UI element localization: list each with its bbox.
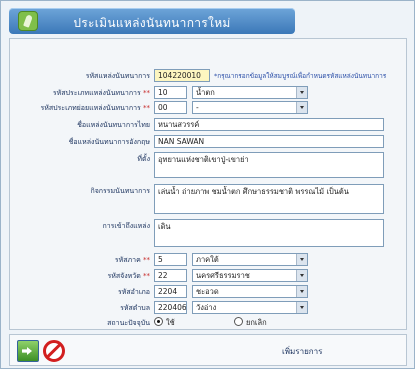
form-panel: รหัสแหล่งนันทนาการ 104220010 *กรุณากรอกข… bbox=[9, 38, 407, 330]
row-status: สถานะปัจจุบัน ใช้ ยกเลิก bbox=[10, 316, 408, 330]
province-code-field[interactable]: 22 bbox=[154, 269, 187, 282]
subtype-select[interactable]: - bbox=[192, 101, 308, 114]
name-en-field[interactable]: NAN SAWAN bbox=[154, 135, 384, 148]
required-mark: ** bbox=[143, 256, 150, 264]
district-code-field[interactable]: 2204 bbox=[154, 285, 187, 298]
region-label: รหัสภาค bbox=[114, 256, 141, 264]
cancel-icon[interactable] bbox=[43, 340, 65, 362]
required-mark: ** bbox=[143, 104, 150, 112]
row-name-th: ชื่อแหล่งนันทนาการไทย หนานสวรรค์ bbox=[10, 118, 408, 132]
subdistrict-select-value: วังอ่าง bbox=[196, 303, 217, 312]
type-label: รหัสประเภทแหล่งนันทนาการ bbox=[52, 89, 141, 97]
region-select[interactable]: ภาคใต้ bbox=[192, 253, 308, 266]
row-type: รหัสประเภทแหล่งนันทนาการ ** 10 น้ำตก bbox=[10, 86, 408, 100]
province-select-value: นครศรีธรรมราช bbox=[196, 271, 250, 280]
access-label: การเข้าถึงแหล่ง bbox=[102, 222, 150, 230]
status-label: สถานะปัจจุบัน bbox=[107, 319, 150, 327]
type-select-value: น้ำตก bbox=[196, 88, 215, 97]
row-activity: กิจกรรมนันทนาการ เล่นน้ำ ถ่ายภาพ ชมน้ำตก… bbox=[10, 184, 408, 214]
chevron-down-icon bbox=[296, 102, 307, 113]
dialog-window: ประเมินแหล่งนันทนาการใหม่ รหัสแหล่งนันทน… bbox=[0, 0, 415, 369]
status-active-label: ใช้ bbox=[166, 318, 175, 327]
code-field[interactable]: 104220010 bbox=[154, 69, 210, 82]
row-code: รหัสแหล่งนันทนาการ 104220010 *กรุณากรอกข… bbox=[10, 69, 408, 83]
row-subtype: รหัสประเภทย่อยแหล่งนันทนาการ ** 00 - bbox=[10, 101, 408, 115]
row-subdistrict: รหัสตำบล 220406 วังอ่าง bbox=[10, 301, 408, 315]
row-name-en: ชื่อแหล่งนันทนาการอังกฤษ NAN SAWAN bbox=[10, 135, 408, 149]
type-select[interactable]: น้ำตก bbox=[192, 86, 308, 99]
province-select[interactable]: นครศรีธรรมราช bbox=[192, 269, 308, 282]
subtype-select-value: - bbox=[196, 103, 199, 112]
footer-bar: เพิ่มรายการ bbox=[9, 334, 407, 366]
row-district: รหัสอำเภอ 2204 ชะอวด bbox=[10, 285, 408, 299]
subtype-label: รหัสประเภทย่อยแหล่งนันทนาการ bbox=[40, 104, 141, 112]
chevron-down-icon bbox=[296, 270, 307, 281]
name-en-label: ชื่อแหล่งนันทนาการอังกฤษ bbox=[68, 138, 150, 146]
subdistrict-code-field[interactable]: 220406 bbox=[154, 301, 187, 314]
required-mark: ** bbox=[143, 89, 150, 97]
code-label: รหัสแหล่งนันทนาการ bbox=[85, 72, 150, 80]
name-th-label: ชื่อแหล่งนันทนาการไทย bbox=[77, 121, 150, 129]
row-province: รหัสจังหวัด ** 22 นครศรีธรรมราช bbox=[10, 269, 408, 283]
district-label: รหัสอำเภอ bbox=[118, 288, 150, 296]
district-select[interactable]: ชะอวด bbox=[192, 285, 308, 298]
name-th-field[interactable]: หนานสวรรค์ bbox=[154, 118, 384, 131]
activity-textarea[interactable]: เล่นน้ำ ถ่ายภาพ ชมน้ำตก ศึกษาธรรมชาติ พร… bbox=[154, 184, 384, 214]
location-label: ที่ตั้ง bbox=[137, 155, 150, 163]
window-title: ประเมินแหล่งนันทนาการใหม่ bbox=[73, 16, 231, 30]
chevron-down-icon bbox=[296, 302, 307, 313]
subtype-code-field[interactable]: 00 bbox=[154, 101, 187, 114]
type-code-field[interactable]: 10 bbox=[154, 86, 187, 99]
region-code-field[interactable]: 5 bbox=[154, 253, 187, 266]
status-active-radio[interactable] bbox=[154, 317, 163, 326]
code-note: *กรุณากรอกข้อมูลให้สมบูรณ์เพื่อกำหนดรหัส… bbox=[214, 72, 387, 80]
exit-arrow-icon[interactable] bbox=[17, 340, 39, 362]
status-cancel-radio[interactable] bbox=[234, 317, 243, 326]
add-record-button[interactable]: เพิ่มรายการ bbox=[282, 345, 322, 358]
chevron-down-icon bbox=[296, 286, 307, 297]
title-bar: ประเมินแหล่งนันทนาการใหม่ bbox=[9, 8, 295, 34]
province-label: รหัสจังหวัด bbox=[107, 272, 141, 280]
row-region: รหัสภาค ** 5 ภาคใต้ bbox=[10, 253, 408, 267]
activity-label: กิจกรรมนันทนาการ bbox=[90, 187, 150, 195]
district-select-value: ชะอวด bbox=[196, 287, 219, 296]
chevron-down-icon bbox=[296, 87, 307, 98]
chevron-down-icon bbox=[296, 254, 307, 265]
access-textarea[interactable]: เดิน bbox=[154, 219, 384, 247]
row-location: ที่ตั้ง อุทยานแห่งชาติเขาปู่-เขาย่า bbox=[10, 152, 408, 178]
row-access: การเข้าถึงแหล่ง เดิน bbox=[10, 219, 408, 247]
location-textarea[interactable]: อุทยานแห่งชาติเขาปู่-เขาย่า bbox=[154, 152, 384, 178]
required-mark: ** bbox=[143, 272, 150, 280]
region-select-value: ภาคใต้ bbox=[196, 255, 219, 264]
subdistrict-label: รหัสตำบล bbox=[120, 304, 150, 312]
status-cancel-label: ยกเลิก bbox=[246, 318, 267, 327]
subdistrict-select[interactable]: วังอ่าง bbox=[192, 301, 308, 314]
